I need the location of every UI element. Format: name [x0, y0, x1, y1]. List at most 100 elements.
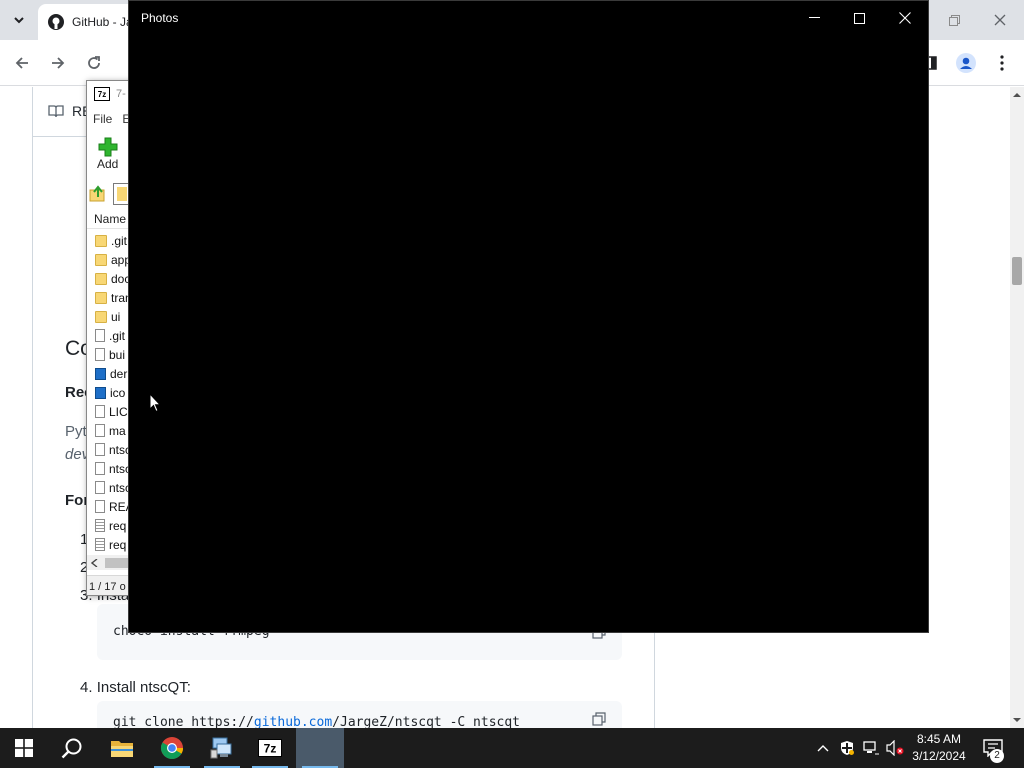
- file-name: bui: [109, 347, 126, 362]
- volume-tray-button[interactable]: [884, 728, 906, 768]
- scroll-left-arrow-icon[interactable]: [91, 558, 99, 567]
- code-block-clone: git clone https://github.com/JargeZ/ntsc…: [97, 701, 622, 728]
- menu-file[interactable]: File: [93, 112, 112, 126]
- sevenzip-taskbar-button[interactable]: 7z: [246, 728, 294, 768]
- search-button[interactable]: [48, 728, 96, 768]
- file-icon: [95, 481, 105, 494]
- file-icon: [95, 500, 105, 513]
- search-icon: [61, 738, 82, 759]
- tab-search-button[interactable]: [6, 8, 32, 32]
- maximize-icon: [853, 12, 865, 24]
- restore-icon: [948, 14, 960, 26]
- github-icon: [48, 14, 64, 30]
- file-name: ico: [110, 385, 126, 400]
- chrome-taskbar-button[interactable]: [148, 728, 196, 768]
- maximize-button[interactable]: [836, 1, 882, 35]
- minimize-button[interactable]: [791, 1, 837, 35]
- page-scrollbar[interactable]: [1010, 87, 1024, 728]
- svg-text:7z: 7z: [264, 742, 277, 756]
- readme-tab[interactable]: RE: [48, 103, 91, 119]
- file-name: der: [110, 366, 128, 381]
- file-icon: [95, 424, 105, 437]
- file-icon: [95, 329, 105, 342]
- chevron-up-icon: [817, 745, 829, 752]
- start-button[interactable]: [0, 728, 48, 768]
- security-tray-button[interactable]: [836, 728, 858, 768]
- reload-button[interactable]: [81, 50, 107, 76]
- close-icon: [899, 12, 911, 24]
- profile-icon: [956, 53, 976, 73]
- file-icon: [95, 443, 105, 456]
- chevron-down-icon: [14, 17, 24, 24]
- notification-badge: 2: [990, 749, 1004, 763]
- forward-button[interactable]: [45, 50, 71, 76]
- file-explorer-icon: [111, 741, 133, 757]
- file-name: .git: [111, 233, 128, 248]
- arrow-left-icon: [15, 57, 28, 69]
- photos-taskbar-button[interactable]: [296, 728, 344, 768]
- menu-button[interactable]: [989, 50, 1015, 76]
- volume-muted-icon: [886, 740, 904, 756]
- close-icon: [994, 14, 1006, 26]
- arrow-right-icon: [52, 57, 65, 69]
- close-button[interactable]: [882, 1, 928, 35]
- code-link[interactable]: github.com: [254, 715, 332, 728]
- plus-icon: [98, 137, 118, 157]
- computer-network-icon: [210, 737, 232, 759]
- file-name: req: [109, 537, 127, 552]
- book-icon: [48, 105, 64, 118]
- taskbar: 7z 8:45 AM 3/12/2024 2: [0, 728, 1024, 768]
- remote-desktop-taskbar-button[interactable]: [198, 728, 246, 768]
- file-icon: [95, 462, 105, 475]
- mouse-cursor-icon: [149, 393, 161, 413]
- profile-button[interactable]: [953, 50, 979, 76]
- sevenzip-logo-icon: 7z: [258, 739, 282, 757]
- file-explorer-taskbar-button[interactable]: [98, 728, 146, 768]
- text-file-icon: [95, 538, 105, 551]
- sevenzip-title: 7-: [116, 88, 126, 100]
- requirements-text: Pyt: [65, 423, 87, 440]
- folder-up-icon[interactable]: [89, 185, 107, 203]
- file-name: ui: [111, 309, 121, 324]
- list-item: 4. Install ntscQT:: [80, 679, 191, 696]
- reload-icon: [88, 56, 100, 69]
- file-name: ma: [109, 423, 126, 438]
- kebab-menu-icon: [1000, 55, 1004, 71]
- photos-title: Photos: [141, 11, 179, 25]
- restore-button[interactable]: [934, 6, 974, 34]
- scroll-down-arrow-icon[interactable]: [1010, 715, 1024, 725]
- action-center-button[interactable]: 2: [980, 728, 1006, 768]
- copy-icon[interactable]: [592, 712, 606, 726]
- folder-icon: [117, 187, 127, 201]
- file-name: LIC: [109, 404, 128, 419]
- clock-date: 3/12/2024: [912, 749, 966, 763]
- chrome-icon: [161, 737, 183, 759]
- clock-time: 8:45 AM: [916, 732, 962, 746]
- back-button[interactable]: [9, 50, 35, 76]
- clock[interactable]: 8:45 AM 3/12/2024: [904, 731, 974, 765]
- photos-window[interactable]: Photos: [128, 0, 929, 633]
- folder-icon: [95, 253, 107, 266]
- file-name: .git: [109, 328, 126, 343]
- text-file-icon: [95, 519, 105, 532]
- image-file-icon: [95, 386, 106, 399]
- folder-icon: [95, 310, 107, 323]
- browser-close-button[interactable]: [980, 6, 1020, 34]
- file-icon: [95, 405, 105, 418]
- scrollbar-thumb[interactable]: [1012, 257, 1022, 285]
- file-icon: [95, 348, 105, 361]
- folder-icon: [95, 272, 107, 285]
- selection-status: 1 / 17 o: [89, 580, 126, 593]
- file-name: req: [109, 518, 127, 533]
- folder-icon: [95, 234, 107, 247]
- tab-title: GitHub - Ja: [72, 15, 133, 29]
- shield-icon: [841, 741, 854, 755]
- add-label: Add: [97, 157, 119, 171]
- network-tray-button[interactable]: [860, 728, 882, 768]
- scroll-up-arrow-icon[interactable]: [1010, 90, 1024, 100]
- network-icon: [863, 741, 879, 755]
- folder-icon: [95, 291, 107, 304]
- add-button[interactable]: Add: [97, 137, 118, 171]
- minimize-icon: [808, 17, 820, 18]
- show-hidden-icons-button[interactable]: [812, 728, 834, 768]
